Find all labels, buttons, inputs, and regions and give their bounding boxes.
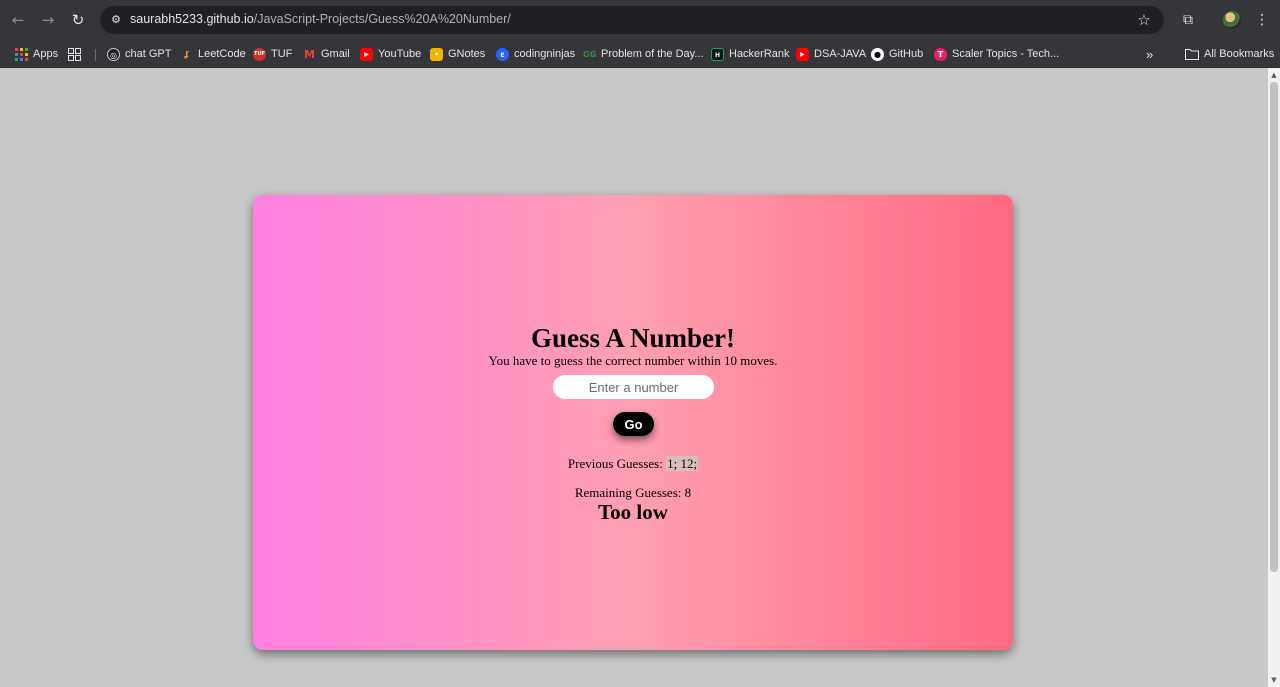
tab-groups-icon[interactable] bbox=[68, 44, 81, 64]
gmail-icon: M bbox=[304, 47, 315, 61]
gnotes-icon: • bbox=[430, 47, 443, 61]
more-bookmarks-chevron-icon[interactable]: » bbox=[1146, 44, 1153, 64]
bookmark-label: TUF bbox=[271, 48, 293, 60]
url-host: saurabh5233.github.io bbox=[130, 12, 254, 26]
bookmark-leetcode[interactable]: ʆ LeetCode bbox=[180, 44, 246, 64]
bookmark-label: Apps bbox=[33, 48, 59, 60]
bookmark-star-icon[interactable]: ☆ bbox=[1134, 10, 1154, 30]
bookmark-chat-gpt[interactable]: ◎ chat GPT bbox=[107, 44, 171, 64]
bookmark-problem-of-the-day[interactable]: GG Problem of the Day... bbox=[583, 44, 704, 64]
bookmark-label: GNotes bbox=[448, 48, 486, 60]
bookmark-gmail[interactable]: M Gmail bbox=[303, 44, 350, 64]
bookmark-separator bbox=[95, 49, 96, 61]
url-path: /JavaScript-Projects/Guess%20A%20Number/ bbox=[253, 12, 511, 26]
all-bookmarks-label: All Bookmarks bbox=[1204, 48, 1275, 60]
url-text[interactable]: saurabh5233.github.io/JavaScript-Project… bbox=[130, 12, 511, 26]
bookmark-label: codingninjas bbox=[514, 48, 576, 60]
address-bar[interactable]: ⚙ saurabh5233.github.io/JavaScript-Proje… bbox=[100, 6, 1164, 34]
go-button[interactable]: Go bbox=[613, 412, 654, 436]
codingninjas-icon: ε bbox=[496, 47, 509, 61]
folder-icon bbox=[1185, 49, 1199, 60]
hackerrank-icon: H bbox=[711, 47, 724, 61]
bookmark-label: YouTube bbox=[378, 48, 422, 60]
tuf-icon: TUF bbox=[253, 47, 266, 61]
previous-guesses: Previous Guesses: 1; 12; bbox=[253, 456, 1013, 472]
bookmark-label: DSA-JAVA bbox=[814, 48, 867, 60]
youtube-icon: ▶ bbox=[360, 47, 373, 61]
bookmark-label: Scaler Topics - Tech... bbox=[952, 48, 1060, 60]
remaining-guesses-label: Remaining Guesses: bbox=[574, 485, 682, 500]
scroll-up-arrow-icon[interactable]: ▲ bbox=[1268, 70, 1280, 80]
chatgpt-icon: ◎ bbox=[107, 47, 120, 61]
bookmark-hackerrank[interactable]: H HackerRank bbox=[711, 44, 790, 64]
game-title: Guess A Number! bbox=[530, 323, 736, 353]
guess-input[interactable] bbox=[553, 375, 714, 399]
bookmark-dsa-java[interactable]: ▶ DSA-JAVA bbox=[796, 44, 866, 64]
forward-arrow-icon[interactable]: → bbox=[38, 10, 58, 30]
grid-icon bbox=[68, 47, 81, 61]
github-icon: ● bbox=[871, 47, 884, 61]
bookmark-youtube[interactable]: ▶ YouTube bbox=[360, 44, 421, 64]
profile-avatar[interactable] bbox=[1223, 11, 1241, 29]
gfg-icon: GG bbox=[583, 49, 597, 59]
bookmark-codingninjas[interactable]: ε codingninjas bbox=[496, 44, 575, 64]
game-instructions: You have to guess the correct number wit… bbox=[488, 353, 778, 368]
youtube-icon: ▶ bbox=[796, 47, 809, 61]
bookmark-tuf[interactable]: TUF TUF bbox=[253, 44, 292, 64]
remaining-guesses: Remaining Guesses: 8 bbox=[253, 485, 1013, 501]
back-arrow-icon[interactable]: ← bbox=[8, 10, 28, 30]
bookmark-github[interactable]: ● GitHub bbox=[871, 44, 923, 64]
site-info-icon[interactable]: ⚙ bbox=[108, 11, 124, 29]
bookmark-label: GitHub bbox=[889, 48, 924, 60]
bookmark-label: HackerRank bbox=[729, 48, 790, 60]
previous-guesses-label: Previous Guesses: bbox=[567, 456, 663, 471]
apps-grid-icon bbox=[15, 47, 28, 61]
bookmark-label: chat GPT bbox=[125, 48, 172, 60]
previous-guesses-values: 1; 12; bbox=[666, 456, 699, 471]
reload-icon[interactable]: ↻ bbox=[68, 10, 88, 30]
all-bookmarks-button[interactable]: All Bookmarks bbox=[1185, 44, 1274, 64]
bookmark-apps[interactable]: Apps bbox=[15, 44, 58, 64]
browser-toolbar: ← → ↻ ⚙ saurabh5233.github.io/JavaScript… bbox=[0, 0, 1280, 40]
scrollbar-thumb[interactable] bbox=[1270, 82, 1278, 572]
scroll-down-arrow-icon[interactable]: ▼ bbox=[1268, 675, 1280, 685]
vertical-scrollbar[interactable]: ▲ ▼ bbox=[1268, 68, 1280, 687]
bookmark-label: Problem of the Day... bbox=[601, 48, 704, 60]
bookmark-label: LeetCode bbox=[198, 48, 246, 60]
bookmark-gnotes[interactable]: • GNotes bbox=[430, 44, 485, 64]
remaining-guesses-value: 8 bbox=[684, 485, 692, 500]
scaler-icon: T bbox=[934, 47, 947, 61]
result-message: Too low bbox=[598, 500, 668, 524]
bookmarks-bar: Apps ◎ chat GPT ʆ LeetCode TUF TUF M Gma… bbox=[0, 40, 1280, 68]
extensions-icon[interactable]: ⧉ bbox=[1178, 10, 1198, 30]
menu-kebab-icon[interactable]: ⋮ bbox=[1252, 10, 1272, 30]
leetcode-icon: ʆ bbox=[184, 49, 189, 59]
bookmark-label: Gmail bbox=[321, 48, 350, 60]
game-card: Guess A Number! You have to guess the co… bbox=[253, 195, 1013, 650]
bookmark-scaler-topics[interactable]: T Scaler Topics - Tech... bbox=[934, 44, 1059, 64]
